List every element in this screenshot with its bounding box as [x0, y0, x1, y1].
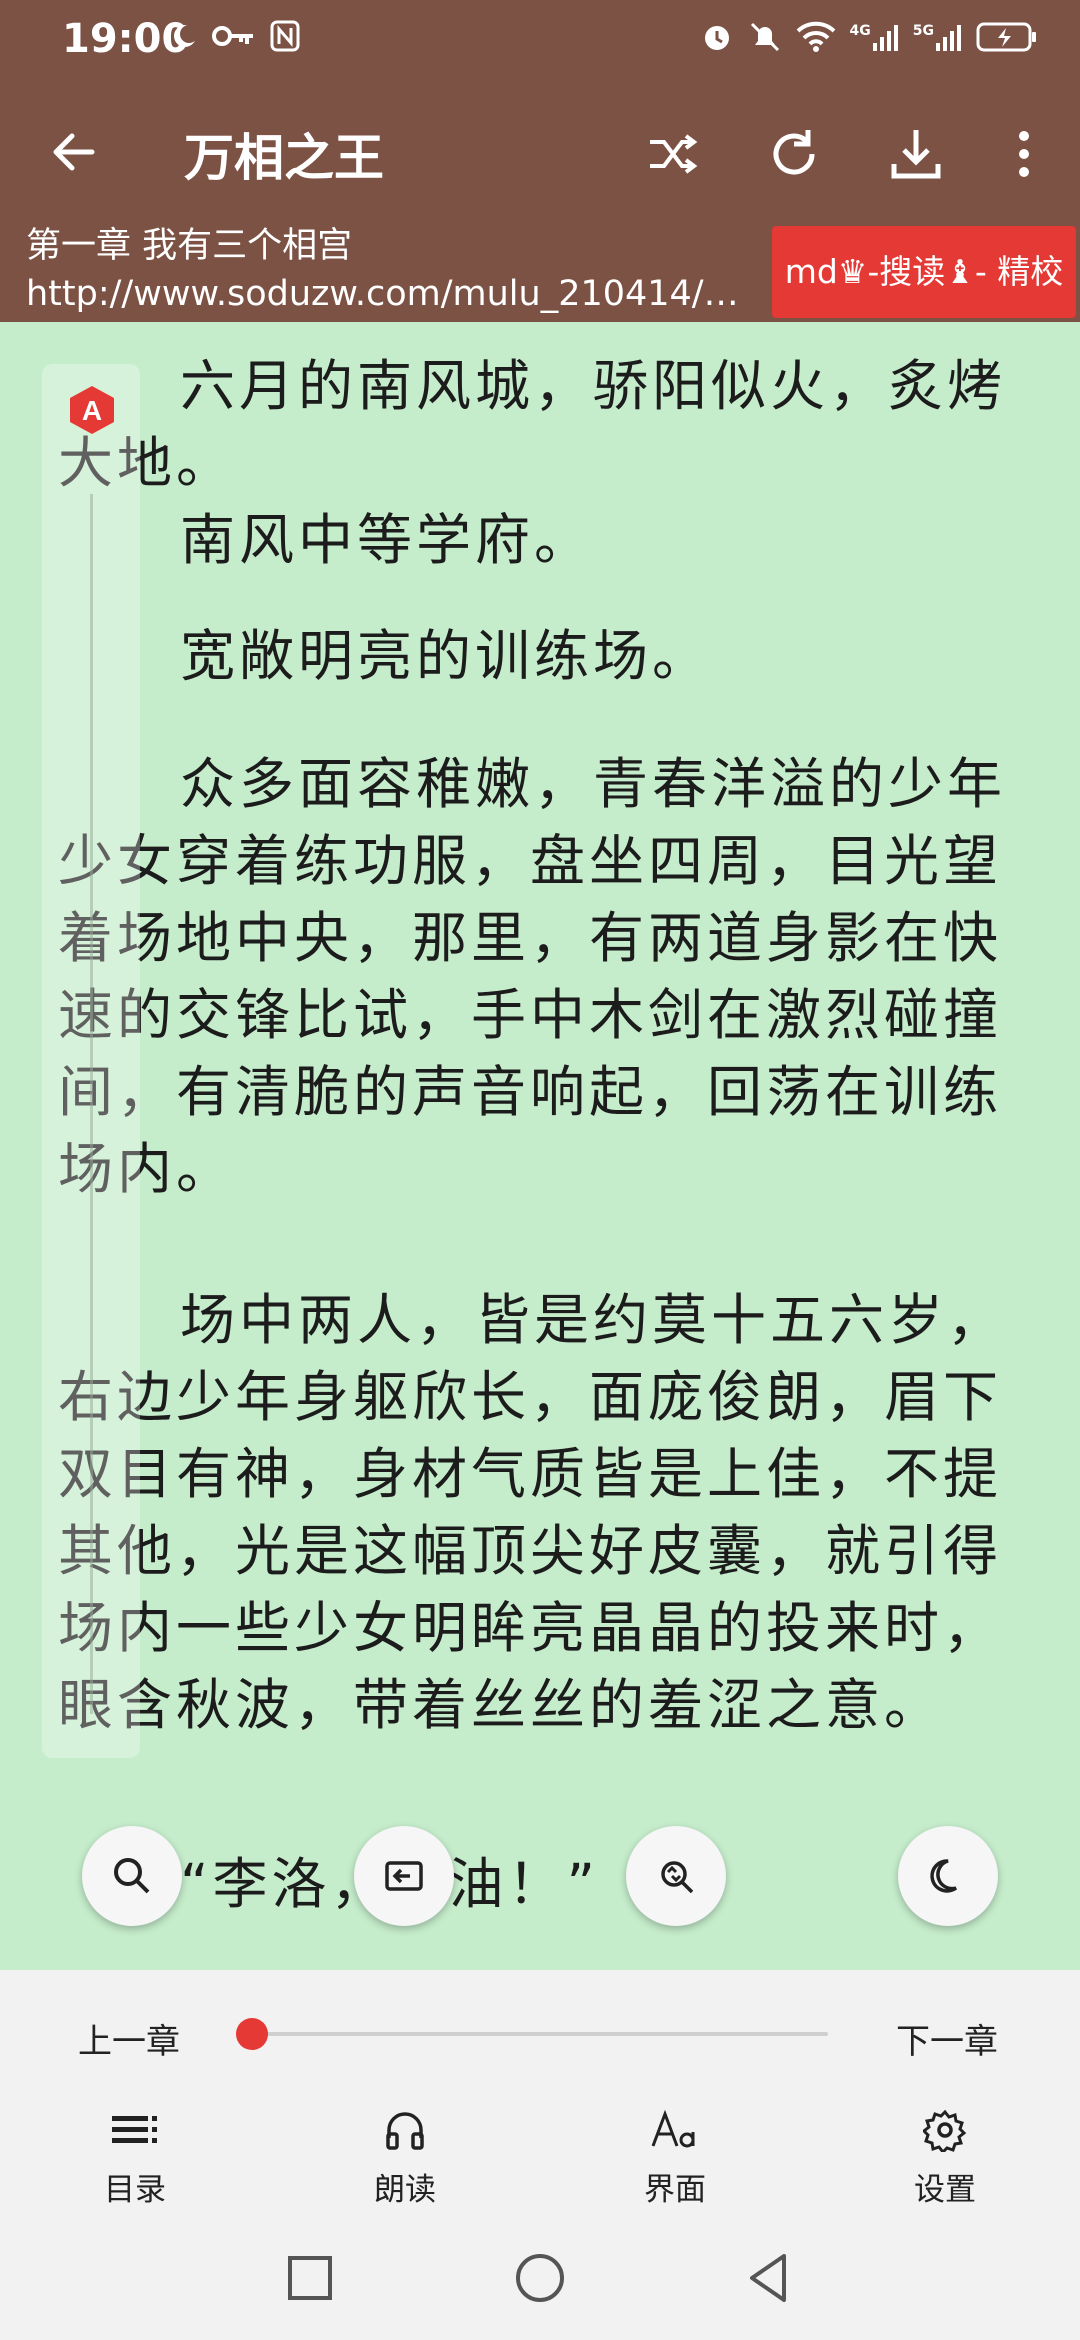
key-icon [212, 26, 253, 46]
recents-icon[interactable] [280, 2248, 340, 2308]
moon-icon [174, 25, 198, 47]
wifi-icon [796, 21, 835, 52]
headphones-icon [386, 2112, 424, 2150]
book-title: 万相之王 [184, 129, 384, 187]
paragraph: 南风中等学府。 [180, 508, 594, 572]
fast-scroll-rail[interactable] [42, 364, 140, 1758]
download-icon[interactable] [884, 122, 948, 186]
nav-settings[interactable]: 设置 [870, 2100, 1020, 2209]
nav-toc-label: 目录 [104, 2172, 166, 2208]
list-icon [112, 2116, 157, 2143]
exit-fullscreen-icon [385, 1861, 423, 1891]
system-nav-bar [0, 2220, 1080, 2340]
nav-settings-label: 设置 [914, 2172, 976, 2208]
nav-interface[interactable]: 界面 [600, 2100, 750, 2209]
next-chapter-button[interactable]: 下一章 [896, 2014, 998, 2063]
status-bar: 19:00 4G 5G [0, 0, 1080, 82]
signal-4g-icon: 4G [850, 23, 899, 51]
nav-interface-label: 界面 [644, 2172, 706, 2208]
refresh-icon[interactable] [762, 122, 826, 186]
chapter-name: 第一章 我有三个相宫 [26, 226, 353, 266]
status-time: 19:00 [62, 16, 190, 62]
paragraph: 场中两人，皆是约莫十五六岁，右边少年身躯欣长，面庞俊朗，眉下双目有神，身材气质皆… [58, 1288, 1007, 1737]
chapter-url: http://www.soduzw.com/mulu_210414/47... [26, 274, 746, 314]
sync-icon [661, 1861, 694, 1894]
search-button[interactable] [82, 1826, 182, 1926]
mute-icon [750, 22, 779, 52]
night-mode-icon [930, 1859, 958, 1893]
sync-button[interactable] [626, 1826, 726, 1926]
nfc-icon [270, 20, 300, 52]
paragraph: 六月的南风城，骄阳似火，炙烤大地。 [58, 354, 1007, 495]
bottom-panel: 上一章 下一章 目录 朗读 界面 设置 [0, 1970, 1080, 2220]
back-arrow-icon[interactable] [44, 122, 104, 182]
svg-text:A: A [82, 395, 102, 426]
reading-area[interactable]: 六月的南风城，骄阳似火，炙烤大地。 南风中等学府。 宽敞明亮的训练场。 众多面容… [0, 322, 1080, 1970]
nav-read-aloud-label: 朗读 [374, 2172, 436, 2208]
battery-charging-icon [976, 22, 1036, 52]
shuffle-icon[interactable] [640, 122, 704, 186]
prev-chapter-button[interactable]: 上一章 [78, 2014, 180, 2063]
paragraph: “李洛，加油！” [58, 1846, 1026, 1923]
font-icon [651, 2109, 695, 2148]
chapter-info[interactable]: 第一章 我有三个相宫 http://www.soduzw.com/mulu_21… [26, 222, 746, 318]
more-vert-icon[interactable] [992, 122, 1056, 186]
back-icon[interactable] [740, 2248, 800, 2308]
top-bar: 19:00 4G 5G 万相之王 第一章 我有三个相宫 http://www.s… [0, 0, 1080, 322]
scroll-track [90, 494, 93, 1714]
search-icon [114, 1858, 150, 1894]
exit-fullscreen-button[interactable] [354, 1826, 454, 1926]
slider-thumb[interactable] [236, 2018, 268, 2050]
night-mode-button[interactable] [898, 1826, 998, 1926]
app-bar: 万相之王 [0, 100, 1080, 210]
home-icon[interactable] [510, 2248, 570, 2308]
nav-read-aloud[interactable]: 朗读 [330, 2100, 480, 2209]
paragraph: 众多面容稚嫩，青春洋溢的少年少女穿着练功服，盘坐四周，目光望着场地中央，那里，有… [58, 752, 1007, 1201]
alarm-icon [704, 26, 729, 50]
gear-icon [923, 2109, 967, 2152]
scroll-badge[interactable]: A [66, 384, 118, 436]
signal-5g-icon: 5G [913, 23, 962, 51]
paragraph: 宽敞明亮的训练场。 [180, 624, 712, 688]
nav-toc[interactable]: 目录 [60, 2100, 210, 2209]
source-button[interactable]: md♛-搜读♝- 精校 [772, 226, 1076, 318]
chapter-progress-slider[interactable] [252, 2032, 828, 2036]
